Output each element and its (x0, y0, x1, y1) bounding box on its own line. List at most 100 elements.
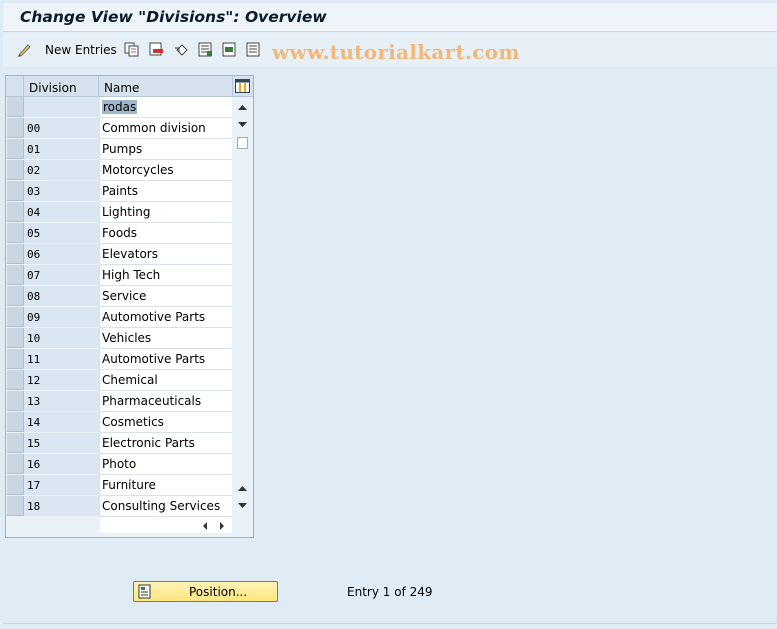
name-cell[interactable]: Chemical (99, 370, 232, 391)
undo-icon[interactable] (174, 42, 189, 57)
new-entries-button[interactable]: New Entries (45, 43, 117, 57)
scroll-thumb[interactable] (237, 137, 248, 149)
name-cell[interactable]: Motorcycles (99, 160, 232, 181)
table-settings-icon[interactable] (235, 79, 250, 93)
name-cell[interactable]: Common division (99, 118, 232, 139)
row-selector[interactable] (7, 370, 24, 390)
table-row[interactable]: 13 Pharmaceuticals (6, 391, 236, 412)
table-row[interactable]: 10 Vehicles (6, 328, 236, 349)
row-selector[interactable] (7, 412, 24, 432)
table-row[interactable]: 15 Electronic Parts (6, 433, 236, 454)
name-cell[interactable]: Automotive Parts (99, 349, 232, 370)
division-cell[interactable]: 01 (24, 139, 99, 160)
row-selector[interactable] (7, 286, 24, 306)
row-selector[interactable] (7, 391, 24, 411)
name-cell[interactable]: High Tech (99, 265, 232, 286)
name-cell[interactable]: rodas (99, 97, 232, 118)
name-cell[interactable]: Cosmetics (99, 412, 232, 433)
name-cell[interactable]: Pharmaceuticals (99, 391, 232, 412)
row-selector[interactable] (7, 307, 24, 327)
row-selector[interactable] (7, 181, 24, 201)
scroll-left-icon[interactable] (201, 521, 209, 531)
scroll-right-icon[interactable] (218, 521, 226, 531)
scroll-down-bottom-icon[interactable] (237, 502, 248, 510)
division-cell[interactable]: 18 (24, 496, 99, 517)
row-selector[interactable] (7, 202, 24, 222)
division-cell[interactable]: 02 (24, 160, 99, 181)
table-row[interactable]: 08 Service (6, 286, 236, 307)
division-cell[interactable]: 03 (24, 181, 99, 202)
name-cell[interactable]: Foods (99, 223, 232, 244)
scroll-up-bottom-icon[interactable] (237, 484, 248, 492)
copy-icon[interactable] (124, 42, 139, 57)
division-cell[interactable]: 09 (24, 307, 99, 328)
name-cell[interactable]: Automotive Parts (99, 307, 232, 328)
table-row[interactable]: 06 Elevators (6, 244, 236, 265)
vertical-scrollbar[interactable] (234, 97, 251, 515)
row-selector[interactable] (7, 118, 24, 138)
row-selector[interactable] (7, 139, 24, 159)
division-cell[interactable]: 15 (24, 433, 99, 454)
row-selector[interactable] (7, 475, 24, 495)
name-cell[interactable]: Consulting Services (99, 496, 232, 517)
division-cell[interactable]: 11 (24, 349, 99, 370)
name-cell[interactable]: Photo (99, 454, 232, 475)
name-cell[interactable]: Vehicles (99, 328, 232, 349)
division-cell[interactable]: 05 (24, 223, 99, 244)
division-cell[interactable]: 08 (24, 286, 99, 307)
horizontal-scrollbar[interactable] (100, 517, 232, 533)
division-cell[interactable] (24, 97, 99, 118)
scroll-down-icon[interactable] (237, 121, 248, 129)
table-row[interactable]: rodas (6, 97, 236, 118)
name-cell[interactable]: Electronic Parts (99, 433, 232, 454)
division-cell[interactable]: 13 (24, 391, 99, 412)
row-selector[interactable] (7, 160, 24, 180)
edit-glasses-icon[interactable] (17, 42, 32, 57)
row-selector[interactable] (7, 349, 24, 369)
row-selector[interactable] (7, 328, 24, 348)
division-cell[interactable]: 17 (24, 475, 99, 496)
column-header-division[interactable]: Division (24, 76, 99, 97)
name-cell[interactable]: Service (99, 286, 232, 307)
table-row[interactable]: 03 Paints (6, 181, 236, 202)
division-cell[interactable]: 07 (24, 265, 99, 286)
row-selector[interactable] (7, 244, 24, 264)
table-row[interactable]: 09 Automotive Parts (6, 307, 236, 328)
position-button[interactable]: Position... (133, 581, 278, 602)
division-cell[interactable]: 06 (24, 244, 99, 265)
select-all-icon[interactable] (198, 42, 213, 57)
deselect-all-icon[interactable] (246, 42, 261, 57)
division-cell[interactable]: 14 (24, 412, 99, 433)
row-selector[interactable] (7, 433, 24, 453)
name-cell[interactable]: Furniture (99, 475, 232, 496)
row-selector[interactable] (7, 454, 24, 474)
division-cell[interactable]: 12 (24, 370, 99, 391)
row-selector[interactable] (7, 223, 24, 243)
name-cell[interactable]: Paints (99, 181, 232, 202)
table-row[interactable]: 16 Photo (6, 454, 236, 475)
name-cell[interactable]: Pumps (99, 139, 232, 160)
table-row[interactable]: 18 Consulting Services (6, 496, 236, 517)
delete-icon[interactable] (149, 42, 164, 57)
table-row[interactable]: 05 Foods (6, 223, 236, 244)
division-cell[interactable]: 10 (24, 328, 99, 349)
row-selector[interactable] (7, 97, 24, 117)
row-selector[interactable] (7, 496, 24, 516)
table-row[interactable]: 02 Motorcycles (6, 160, 236, 181)
select-block-icon[interactable] (222, 42, 237, 57)
table-row[interactable]: 01 Pumps (6, 139, 236, 160)
division-cell[interactable]: 00 (24, 118, 99, 139)
select-all-rows-cell[interactable] (6, 76, 24, 97)
column-header-name[interactable]: Name (99, 76, 233, 97)
table-row[interactable]: 07 High Tech (6, 265, 236, 286)
table-row[interactable]: 00 Common division (6, 118, 236, 139)
table-row[interactable]: 14 Cosmetics (6, 412, 236, 433)
scroll-up-icon[interactable] (237, 103, 248, 111)
row-selector[interactable] (7, 265, 24, 285)
division-cell[interactable]: 16 (24, 454, 99, 475)
name-cell[interactable]: Lighting (99, 202, 232, 223)
table-row[interactable]: 04 Lighting (6, 202, 236, 223)
division-cell[interactable]: 04 (24, 202, 99, 223)
table-row[interactable]: 17 Furniture (6, 475, 236, 496)
name-cell[interactable]: Elevators (99, 244, 232, 265)
